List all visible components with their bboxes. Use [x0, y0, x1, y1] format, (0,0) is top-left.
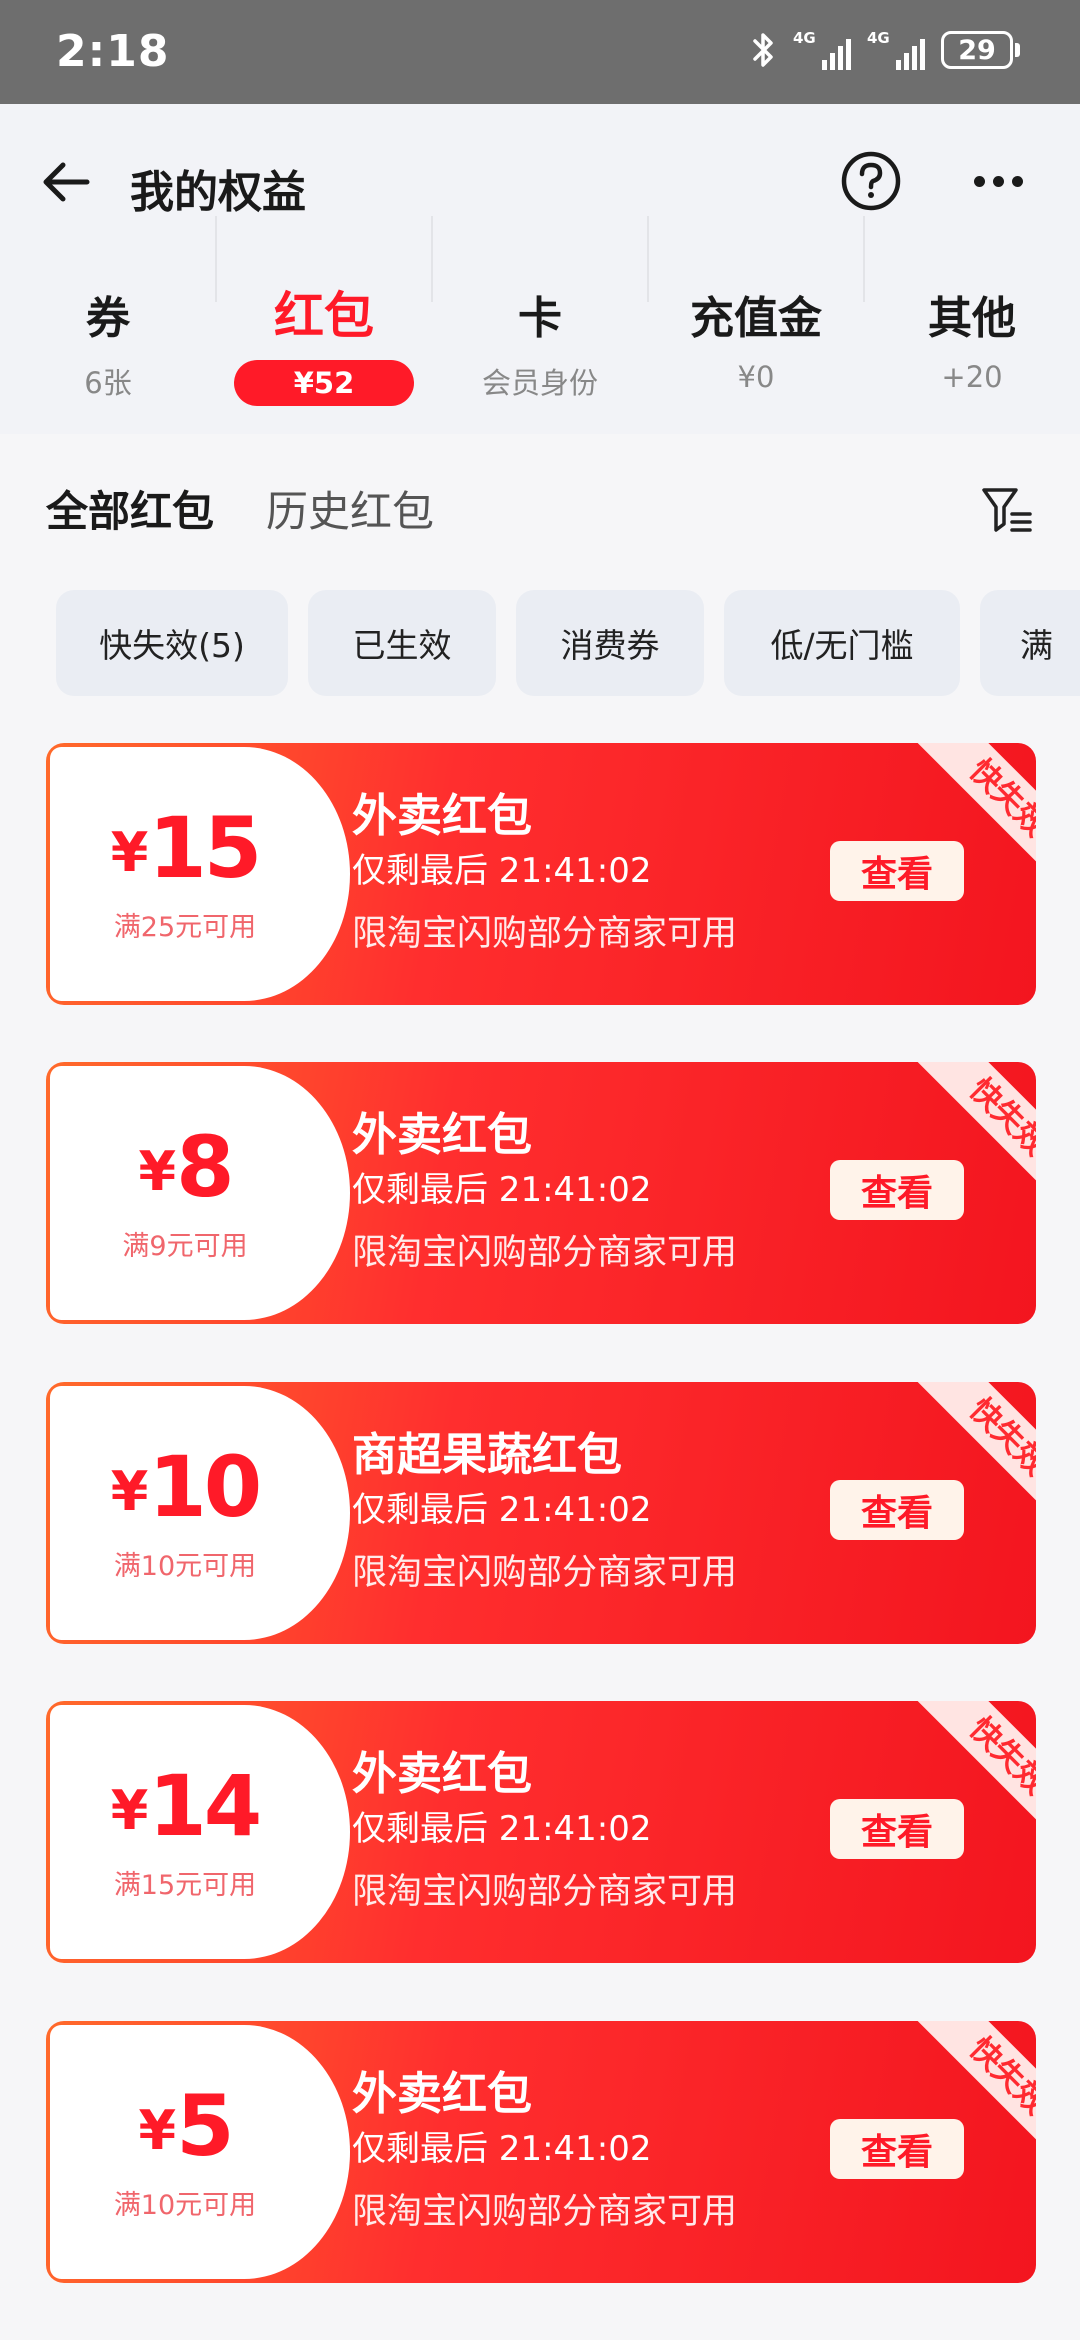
battery-level: 29	[941, 31, 1013, 69]
back-icon[interactable]	[34, 150, 98, 214]
coupon-amount: ¥15	[110, 799, 262, 897]
coupon-name: 外卖红包	[352, 1747, 533, 1800]
chip-consumer-coupon[interactable]: 消费券	[516, 590, 704, 696]
category-recharge[interactable]: 充值金 ¥0	[648, 274, 864, 414]
coupon-condition: 满15元可用	[113, 1870, 257, 1901]
more-icon[interactable]	[958, 150, 1038, 212]
coupon-description: 限淘宝闪购部分商家可用	[352, 1872, 738, 1912]
coupon-condition: 满10元可用	[113, 1551, 257, 1582]
divider	[647, 216, 649, 302]
coupon-amount: ¥8	[138, 1118, 234, 1216]
coupon-countdown: 仅剩最后 21:41:02	[352, 2129, 652, 2169]
coupon-name: 外卖红包	[352, 2067, 533, 2120]
chip-active[interactable]: 已生效	[308, 590, 496, 696]
category-coupons[interactable]: 券 6张	[0, 274, 216, 414]
divider	[215, 216, 217, 302]
subtabs: 全部红包 历史红包	[0, 468, 1080, 548]
coupon-amount: ¥10	[110, 1438, 262, 1536]
help-icon[interactable]	[840, 150, 902, 212]
coupon-countdown: 仅剩最后 21:41:02	[352, 851, 652, 891]
coupon-description: 限淘宝闪购部分商家可用	[352, 2192, 738, 2232]
bluetooth-icon	[751, 30, 777, 70]
coupon-card[interactable]: ¥14 满15元可用 外卖红包 仅剩最后 21:41:02 限淘宝闪购部分商家可…	[46, 1701, 1036, 1963]
coupon-description: 限淘宝闪购部分商家可用	[352, 1233, 738, 1273]
signal-icon: 4G	[793, 30, 851, 70]
coupon-card[interactable]: ¥15 满25元可用 外卖红包 仅剩最后 21:41:02 限淘宝闪购部分商家可…	[46, 743, 1036, 1005]
coupon-card[interactable]: ¥10 满10元可用 商超果蔬红包 仅剩最后 21:41:02 限淘宝闪购部分商…	[46, 1382, 1036, 1644]
coupon-amount: ¥5	[138, 2077, 234, 2175]
chip-more[interactable]: 满	[980, 590, 1080, 696]
signal-icon: 4G	[867, 30, 925, 70]
coupon-countdown: 仅剩最后 21:41:02	[352, 1490, 652, 1530]
expiring-badge: 快失效	[912, 2021, 1036, 2161]
coupon-card[interactable]: ¥8 满9元可用 外卖红包 仅剩最后 21:41:02 限淘宝闪购部分商家可用 …	[46, 1062, 1036, 1324]
category-other[interactable]: 其他 +20	[864, 274, 1080, 414]
expiring-badge: 快失效	[912, 1701, 1036, 1841]
tab-history-red-packets[interactable]: 历史红包	[266, 478, 434, 539]
coupon-countdown: 仅剩最后 21:41:02	[352, 1809, 652, 1849]
expiring-badge: 快失效	[912, 743, 1036, 883]
chip-low-threshold[interactable]: 低/无门槛	[724, 590, 960, 696]
status-time: 2:18	[56, 26, 170, 77]
coupon-description: 限淘宝闪购部分商家可用	[352, 914, 738, 954]
battery-icon: 29	[941, 31, 1020, 69]
category-cards[interactable]: 卡 会员身份	[432, 274, 648, 414]
category-red-packets[interactable]: 红包 ¥52	[216, 274, 432, 414]
coupon-condition: 满9元可用	[122, 1231, 248, 1262]
coupon-name: 外卖红包	[352, 1108, 533, 1161]
status-bar: 2:18 4G 4G 29	[0, 0, 1080, 104]
filter-chips: 快失效(5) 已生效 消费券 低/无门槛 满	[0, 590, 1080, 696]
benefit-categories: 券 6张 红包 ¥52 卡 会员身份 充值金 ¥0 其他 +20	[0, 274, 1080, 414]
chip-expiring-soon[interactable]: 快失效(5)	[56, 590, 288, 696]
coupon-description: 限淘宝闪购部分商家可用	[352, 1553, 738, 1593]
red-packet-total-badge: ¥52	[234, 360, 414, 406]
divider	[431, 216, 433, 302]
expiring-badge: 快失效	[912, 1062, 1036, 1202]
header: 我的权益 券 6张 红包 ¥52 卡 会员身份 充值金 ¥0 其他 +20	[0, 104, 1080, 434]
coupon-amount: ¥14	[110, 1757, 262, 1855]
coupon-condition: 满10元可用	[113, 2190, 257, 2221]
filter-icon[interactable]	[978, 480, 1036, 538]
coupon-name: 外卖红包	[352, 789, 533, 842]
coupon-card[interactable]: ¥5 满10元可用 外卖红包 仅剩最后 21:41:02 限淘宝闪购部分商家可用…	[46, 2021, 1036, 2283]
coupon-name: 商超果蔬红包	[352, 1428, 623, 1481]
divider	[863, 216, 865, 302]
coupon-countdown: 仅剩最后 21:41:02	[352, 1170, 652, 1210]
tab-all-red-packets[interactable]: 全部红包	[46, 478, 214, 539]
page-title: 我的权益	[130, 167, 306, 218]
expiring-badge: 快失效	[912, 1382, 1036, 1522]
coupon-condition: 满25元可用	[113, 912, 257, 943]
